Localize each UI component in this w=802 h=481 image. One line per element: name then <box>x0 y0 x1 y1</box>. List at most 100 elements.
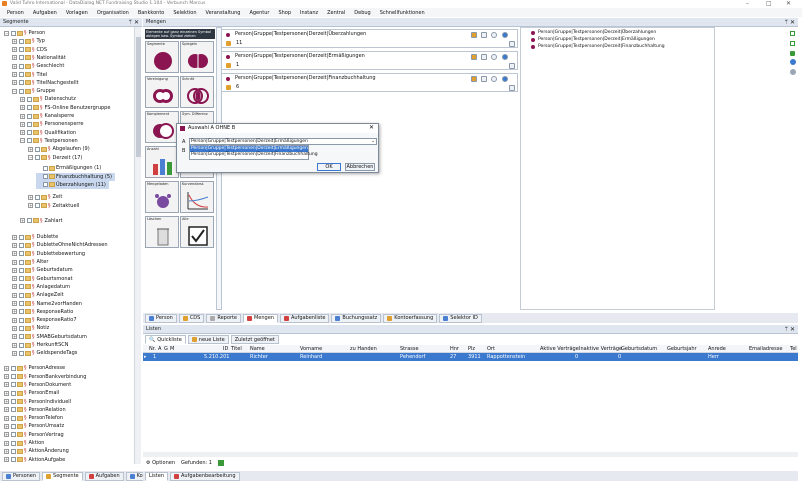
expand-icon[interactable]: + <box>12 342 17 348</box>
expand-icon[interactable]: + <box>20 218 25 224</box>
col-inaktive-vertraege[interactable]: Inaktive Verträge <box>579 346 622 352</box>
tree-node[interactable]: + § Zeit <box>28 193 62 201</box>
tree-node[interactable]: + § Geschlecht <box>12 62 64 70</box>
col-m[interactable]: M <box>170 346 174 352</box>
col-ort[interactable]: Ort <box>487 346 495 352</box>
expand-icon[interactable]: + <box>28 194 33 200</box>
expand-icon[interactable]: + <box>20 121 25 127</box>
col-tel[interactable]: Tel <box>790 346 797 352</box>
col-aktive-vertraege[interactable]: Aktive Verträge <box>540 346 579 352</box>
pin-close-icon[interactable]: ᛘ ✕ <box>128 18 139 27</box>
checkbox[interactable] <box>19 38 24 44</box>
tree-node[interactable]: + § TitelNachgestellt <box>12 79 79 87</box>
tab-quickliste[interactable]: 🔍 Quickliste <box>145 335 186 344</box>
tree-node[interactable]: + § Kanalsperre <box>20 112 74 120</box>
checkbox[interactable] <box>19 276 24 282</box>
tree-node[interactable]: + § PersonUmsatz <box>4 422 64 430</box>
col-plz[interactable]: Plz <box>468 346 475 352</box>
expand-icon[interactable]: + <box>4 457 9 463</box>
copy-icon[interactable] <box>481 54 487 60</box>
tree-node[interactable]: + § Notiz <box>12 324 49 332</box>
info-icon[interactable] <box>502 32 508 38</box>
tree-node[interactable]: − § Gruppe <box>12 87 55 95</box>
list-icon[interactable] <box>509 63 515 69</box>
tree-node[interactable]: + § Geburtsdatum <box>12 266 73 274</box>
checkbox[interactable] <box>27 138 32 144</box>
expand-icon[interactable]: + <box>12 259 17 265</box>
query-card[interactable]: Person|Gruppe|Testpersonen|Derzeit|Finan… <box>218 73 518 92</box>
checkbox[interactable] <box>27 113 32 119</box>
expand-icon[interactable]: + <box>20 113 25 119</box>
checkbox[interactable] <box>11 399 16 405</box>
set-tool-venn-full[interactable]: Segmente <box>145 41 179 73</box>
collapse-icon[interactable]: − <box>12 88 17 94</box>
expand-icon[interactable]: + <box>12 234 17 240</box>
col-g[interactable]: G <box>164 346 168 352</box>
tree-node[interactable]: + § Datenschutz <box>20 95 76 103</box>
expand-icon[interactable]: + <box>12 301 17 307</box>
select-b-dropdown[interactable]: Person|Gruppe|Testpersonen|Derzeit|Ermäß… <box>189 145 318 160</box>
info-icon[interactable] <box>502 54 508 60</box>
tab-cds[interactable]: CDS <box>178 313 205 323</box>
expand-icon[interactable]: + <box>4 399 9 405</box>
expand-icon[interactable]: + <box>12 284 17 290</box>
col-strasse[interactable]: Strasse <box>400 346 419 352</box>
tab-aufgaben[interactable]: Aufgaben <box>84 471 124 481</box>
col-zu-handen[interactable]: zu Handen <box>350 346 377 352</box>
checkbox[interactable] <box>19 259 24 265</box>
table-row[interactable]: ▸ 1 5.210.201 Richter Reinhard Pehendorf… <box>143 353 798 361</box>
info-icon[interactable] <box>790 59 796 65</box>
export-icon[interactable] <box>217 459 224 466</box>
menu-debug[interactable]: Debug <box>354 10 370 16</box>
tree-node[interactable]: + § PersonEmail <box>4 389 59 397</box>
menu-aufgaben[interactable]: Aufgaben <box>33 10 57 16</box>
tree-node[interactable]: + § DubletteOhneNichtAdressen <box>12 241 108 249</box>
expand-icon[interactable]: + <box>4 390 9 396</box>
checkbox[interactable] <box>19 325 24 331</box>
checkbox[interactable] <box>19 72 24 77</box>
green-plus-icon[interactable] <box>790 51 795 56</box>
selection-list-item[interactable]: Person|Gruppe|Testpersonen|Derzeit|Finan… <box>531 44 665 49</box>
person-icon[interactable] <box>471 54 477 60</box>
set-tool-bar-chart[interactable]: Anzahl <box>145 146 179 178</box>
checkbox[interactable] <box>27 105 32 111</box>
gear-icon[interactable] <box>491 76 497 82</box>
expand-icon[interactable]: + <box>12 317 17 323</box>
expand-icon[interactable]: + <box>20 105 25 111</box>
col-id[interactable]: ID <box>223 346 228 352</box>
tree-node[interactable]: + § AnlageZeit <box>12 291 64 299</box>
col-titel[interactable]: Titel <box>231 346 242 352</box>
checkbox[interactable] <box>19 334 24 340</box>
expand-icon[interactable]: + <box>4 440 9 446</box>
checkbox[interactable] <box>27 130 32 136</box>
col-emailadresse[interactable]: Emailadresse <box>749 346 782 352</box>
expand-icon[interactable]: + <box>12 325 17 331</box>
tab-neue-liste[interactable]: neue Liste <box>187 335 229 344</box>
menu-zentral[interactable]: Zentral <box>327 10 345 16</box>
col-nr[interactable]: Nr. <box>149 346 156 352</box>
set-tool-check[interactable]: Alle <box>180 216 214 248</box>
expand-icon[interactable]: + <box>12 63 17 69</box>
tree-node[interactable]: + § Dublette <box>12 233 58 241</box>
tree-node[interactable]: + § Zahlart <box>20 217 63 225</box>
col-geburtsjahr[interactable]: Geburtsjahr <box>667 346 697 352</box>
selection-list-item[interactable]: Person|Gruppe|Testpersonen|Derzeit|Ermäß… <box>531 37 655 42</box>
tree-node[interactable]: + § PersonDokument <box>4 381 71 389</box>
tree-node[interactable]: + § Qualifikation <box>20 129 76 137</box>
tree-node[interactable]: + § Aktion <box>4 439 44 447</box>
checkbox[interactable] <box>35 155 40 160</box>
set-tool-venn-union[interactable]: Vereinigung <box>145 76 179 108</box>
expand-icon[interactable]: + <box>12 334 17 340</box>
tree-node[interactable]: − § Derzeit (17) <box>28 154 82 162</box>
col-hnr[interactable]: Hnr <box>450 346 459 352</box>
checkbox[interactable] <box>11 448 16 454</box>
tree-node[interactable]: + § GeldspendeTags <box>12 349 77 357</box>
col-a[interactable]: A <box>158 346 161 352</box>
tree-node[interactable]: + § AktionAufgabe <box>4 456 65 464</box>
tab-mengen[interactable]: Mengen <box>242 313 278 323</box>
expand-icon[interactable]: + <box>4 415 9 421</box>
checkbox[interactable] <box>19 350 24 356</box>
checkbox[interactable] <box>43 174 48 180</box>
copy-icon[interactable] <box>481 32 487 38</box>
set-tool-curve[interactable]: Kurvendarst. <box>180 181 214 213</box>
